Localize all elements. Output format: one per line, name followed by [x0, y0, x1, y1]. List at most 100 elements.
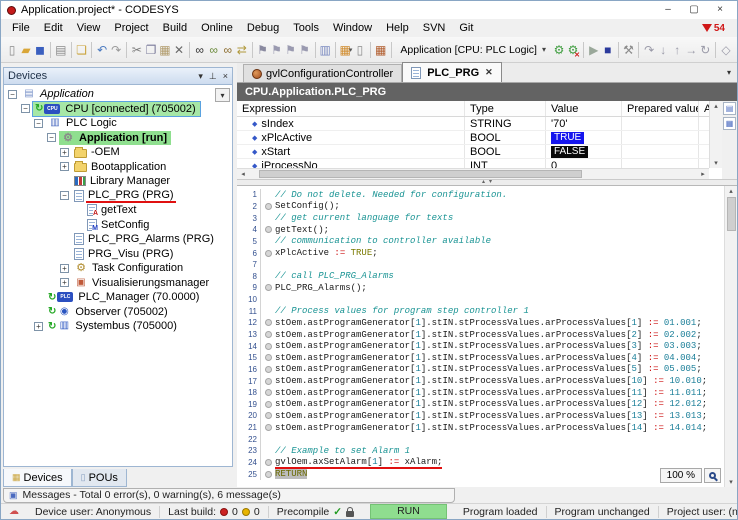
menu-item-view[interactable]: View: [70, 20, 108, 37]
scroll-down-icon[interactable]: ▾: [714, 159, 718, 167]
stop-icon[interactable]: ■: [601, 40, 615, 60]
find-icon[interactable]: ∞: [193, 40, 207, 60]
execution-point-icon[interactable]: [265, 203, 272, 210]
find-replace-icon[interactable]: ∞: [221, 40, 235, 60]
login-icon[interactable]: ⚙: [552, 40, 566, 60]
single-cycle-icon[interactable]: ↻: [698, 40, 712, 60]
step-over-icon[interactable]: ↷: [642, 40, 656, 60]
watch-row-iprocessno[interactable]: ◆iProcessNoINT0: [237, 159, 709, 168]
menu-item-project[interactable]: Project: [107, 20, 155, 37]
menu-item-build[interactable]: Build: [156, 20, 194, 37]
code-editor[interactable]: 1// Do not delete. Needed for configurat…: [237, 186, 737, 487]
watch-vertical-scrollbar[interactable]: ▴ ▾: [709, 101, 722, 168]
panel-tab-pous[interactable]: ▯POUs: [72, 469, 127, 487]
save-project-icon[interactable]: ◼: [33, 40, 47, 60]
scroll-up-icon[interactable]: ▴: [729, 187, 733, 195]
expand-icon[interactable]: +: [60, 264, 69, 273]
execution-point-icon[interactable]: [265, 471, 272, 478]
menu-item-debug[interactable]: Debug: [240, 20, 286, 37]
execution-point-icon[interactable]: [265, 401, 272, 408]
messages-tab[interactable]: ▣ Messages - Total 0 error(s), 0 warning…: [3, 488, 455, 503]
watch-column-type[interactable]: Type: [465, 101, 546, 116]
start-icon[interactable]: ▶: [587, 40, 601, 60]
tree-item-plc-prg-prg[interactable]: −PLC_PRG (PRG): [4, 189, 232, 204]
zoom-level[interactable]: 100 %: [660, 468, 702, 483]
menu-item-edit[interactable]: Edit: [37, 20, 70, 37]
tree-item-application-run[interactable]: −⚙Application [run]: [4, 131, 232, 146]
bookmark-icon[interactable]: ⚑: [255, 40, 269, 60]
tab-plc-prg[interactable]: PLC_PRG✕: [402, 62, 502, 82]
tree-item-setconfig[interactable]: MSetConfig: [4, 218, 232, 233]
execution-point-icon[interactable]: [265, 459, 272, 466]
undo-icon[interactable]: ↶: [95, 40, 109, 60]
watch-row-xplcactive[interactable]: ◆xPlcActiveBOOLTRUE: [237, 131, 709, 145]
table-view-icon[interactable]: ▦: [723, 117, 736, 130]
minimize-button[interactable]: –: [655, 2, 681, 18]
step-out-icon[interactable]: ↑: [670, 40, 684, 60]
close-button[interactable]: ×: [707, 2, 733, 18]
tree-view-combo-icon[interactable]: ▾: [215, 88, 230, 102]
declaration-view-icon[interactable]: ▤: [723, 102, 736, 115]
execution-point-icon[interactable]: [265, 319, 272, 326]
print-icon[interactable]: ▤: [54, 40, 68, 60]
incremental-search-icon[interactable]: ∞: [207, 40, 221, 60]
build-all-icon[interactable]: ▦: [374, 40, 388, 60]
scroll-right-icon[interactable]: ▸: [697, 170, 709, 178]
maximize-button[interactable]: ▢: [681, 2, 707, 18]
scroll-down-icon[interactable]: ▾: [729, 478, 733, 486]
expand-icon[interactable]: +: [60, 162, 69, 171]
tree-item-gettext[interactable]: AgetText: [4, 203, 232, 218]
collapse-icon[interactable]: −: [34, 119, 43, 128]
copy-icon[interactable]: ❐: [144, 40, 158, 60]
tree-item-plc-logic[interactable]: −▥PLC Logic: [4, 116, 232, 131]
active-application-combo[interactable]: Application [CPU: PLC Logic]▾: [396, 40, 550, 59]
tree-item-cpu-connected-705002[interactable]: −↻CPUCPU [connected] (705002): [4, 102, 232, 117]
menu-item-online[interactable]: Online: [194, 20, 240, 37]
scrollbar-thumb[interactable]: [259, 170, 582, 178]
tree-item-application[interactable]: −▤Application: [4, 87, 232, 102]
execution-point-icon[interactable]: [265, 378, 272, 385]
watch-column-expression[interactable]: Expression: [237, 101, 465, 116]
panel-tab-devices[interactable]: ▦Devices: [3, 469, 72, 487]
execution-point-icon[interactable]: [265, 331, 272, 338]
execution-point-icon[interactable]: [265, 226, 272, 233]
replace-icon[interactable]: ⇄: [235, 40, 249, 60]
flow-control-icon[interactable]: ◇: [719, 40, 733, 60]
device-tree[interactable]: −▤Application▾−↻CPUCPU [connected] (7050…: [3, 85, 233, 467]
copy-objects-icon[interactable]: ❏: [74, 40, 88, 60]
tree-item-library-manager[interactable]: Library Manager: [4, 174, 232, 189]
delete-icon[interactable]: ✕: [172, 40, 186, 60]
tree-item-oem[interactable]: +-OEM: [4, 145, 232, 160]
clear-bookmarks-icon[interactable]: ⚑: [298, 40, 312, 60]
execution-point-icon[interactable]: [265, 284, 272, 291]
editor-vertical-scrollbar[interactable]: ▴ ▾: [724, 186, 737, 487]
scroll-up-icon[interactable]: ▴: [714, 102, 718, 110]
logout-icon[interactable]: ⚙✕: [566, 40, 580, 60]
execution-point-icon[interactable]: [265, 250, 272, 257]
expand-icon[interactable]: +: [60, 278, 69, 287]
watch-row-sindex[interactable]: ◆sIndexSTRING'70': [237, 117, 709, 131]
open-project-icon[interactable]: ▰: [19, 40, 33, 60]
alarm-flag[interactable]: 54: [702, 23, 733, 34]
build-icon[interactable]: ▦▾: [339, 40, 353, 60]
clean-icon[interactable]: ▯: [353, 40, 367, 60]
watch-column-ad[interactable]: Ad: [699, 101, 709, 116]
export-icon[interactable]: ▥: [318, 40, 332, 60]
paste-icon[interactable]: ▦: [158, 40, 172, 60]
watch-column-value[interactable]: Value: [546, 101, 622, 116]
menu-item-tools[interactable]: Tools: [286, 20, 326, 37]
run-to-cursor-icon[interactable]: →: [684, 40, 698, 60]
tree-item-observer-705002[interactable]: ↻◉Observer (705002): [4, 305, 232, 320]
watch-horizontal-scrollbar[interactable]: ◂ ▸: [237, 168, 709, 179]
tree-item-systembus-705000[interactable]: +↻▥Systembus (705000): [4, 319, 232, 334]
tree-item-task-configuration[interactable]: +⚙Task Configuration: [4, 261, 232, 276]
force-values-icon[interactable]: ⚒: [621, 40, 635, 60]
collapse-icon[interactable]: −: [60, 191, 69, 200]
expand-icon[interactable]: +: [34, 322, 43, 331]
execution-point-icon[interactable]: [265, 412, 272, 419]
tree-item-visualisierungsmanager[interactable]: +▣Visualisierungsmanager: [4, 276, 232, 291]
execution-point-icon[interactable]: [265, 366, 272, 373]
expand-icon[interactable]: +: [60, 148, 69, 157]
step-into-icon[interactable]: ↓: [656, 40, 670, 60]
panel-close-icon[interactable]: ×: [223, 71, 228, 81]
